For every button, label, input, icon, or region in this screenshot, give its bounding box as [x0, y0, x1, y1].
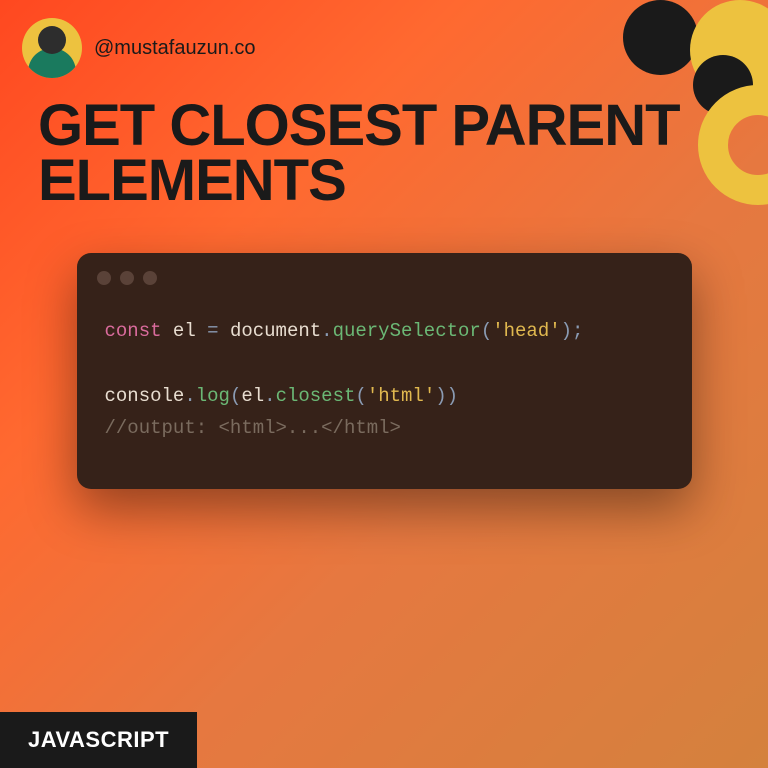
code-window: const el = document.querySelector('head'… — [77, 253, 692, 489]
code-punctuation: )) — [435, 385, 458, 407]
code-method: closest — [276, 385, 356, 407]
code-punctuation: . — [264, 385, 275, 407]
code-object: console — [105, 385, 185, 407]
decorative-shapes — [588, 0, 768, 180]
code-keyword: const — [105, 320, 162, 342]
code-string: 'head' — [492, 320, 560, 342]
window-dot-icon — [97, 271, 111, 285]
code-method: querySelector — [333, 320, 481, 342]
code-punctuation: . — [184, 385, 195, 407]
code-object: document — [230, 320, 321, 342]
code-operator: = — [207, 320, 218, 342]
circle-icon — [623, 0, 698, 75]
code-punctuation: . — [321, 320, 332, 342]
code-comment: //output: <html>...</html> — [105, 417, 401, 439]
avatar — [22, 18, 82, 78]
author-handle: @mustafauzun.co — [94, 37, 256, 60]
window-controls — [77, 253, 692, 315]
avatar-head-icon — [38, 26, 66, 54]
code-variable: el — [173, 320, 196, 342]
code-string: 'html' — [367, 385, 435, 407]
code-punctuation: ( — [230, 385, 241, 407]
window-dot-icon — [120, 271, 134, 285]
code-punctuation: ( — [355, 385, 366, 407]
code-block: const el = document.querySelector('head'… — [77, 315, 692, 444]
code-punctuation: ); — [561, 320, 584, 342]
code-method: log — [196, 385, 230, 407]
code-punctuation: ( — [481, 320, 492, 342]
window-dot-icon — [143, 271, 157, 285]
language-badge: JAVASCRIPT — [0, 712, 197, 768]
code-variable: el — [241, 385, 264, 407]
